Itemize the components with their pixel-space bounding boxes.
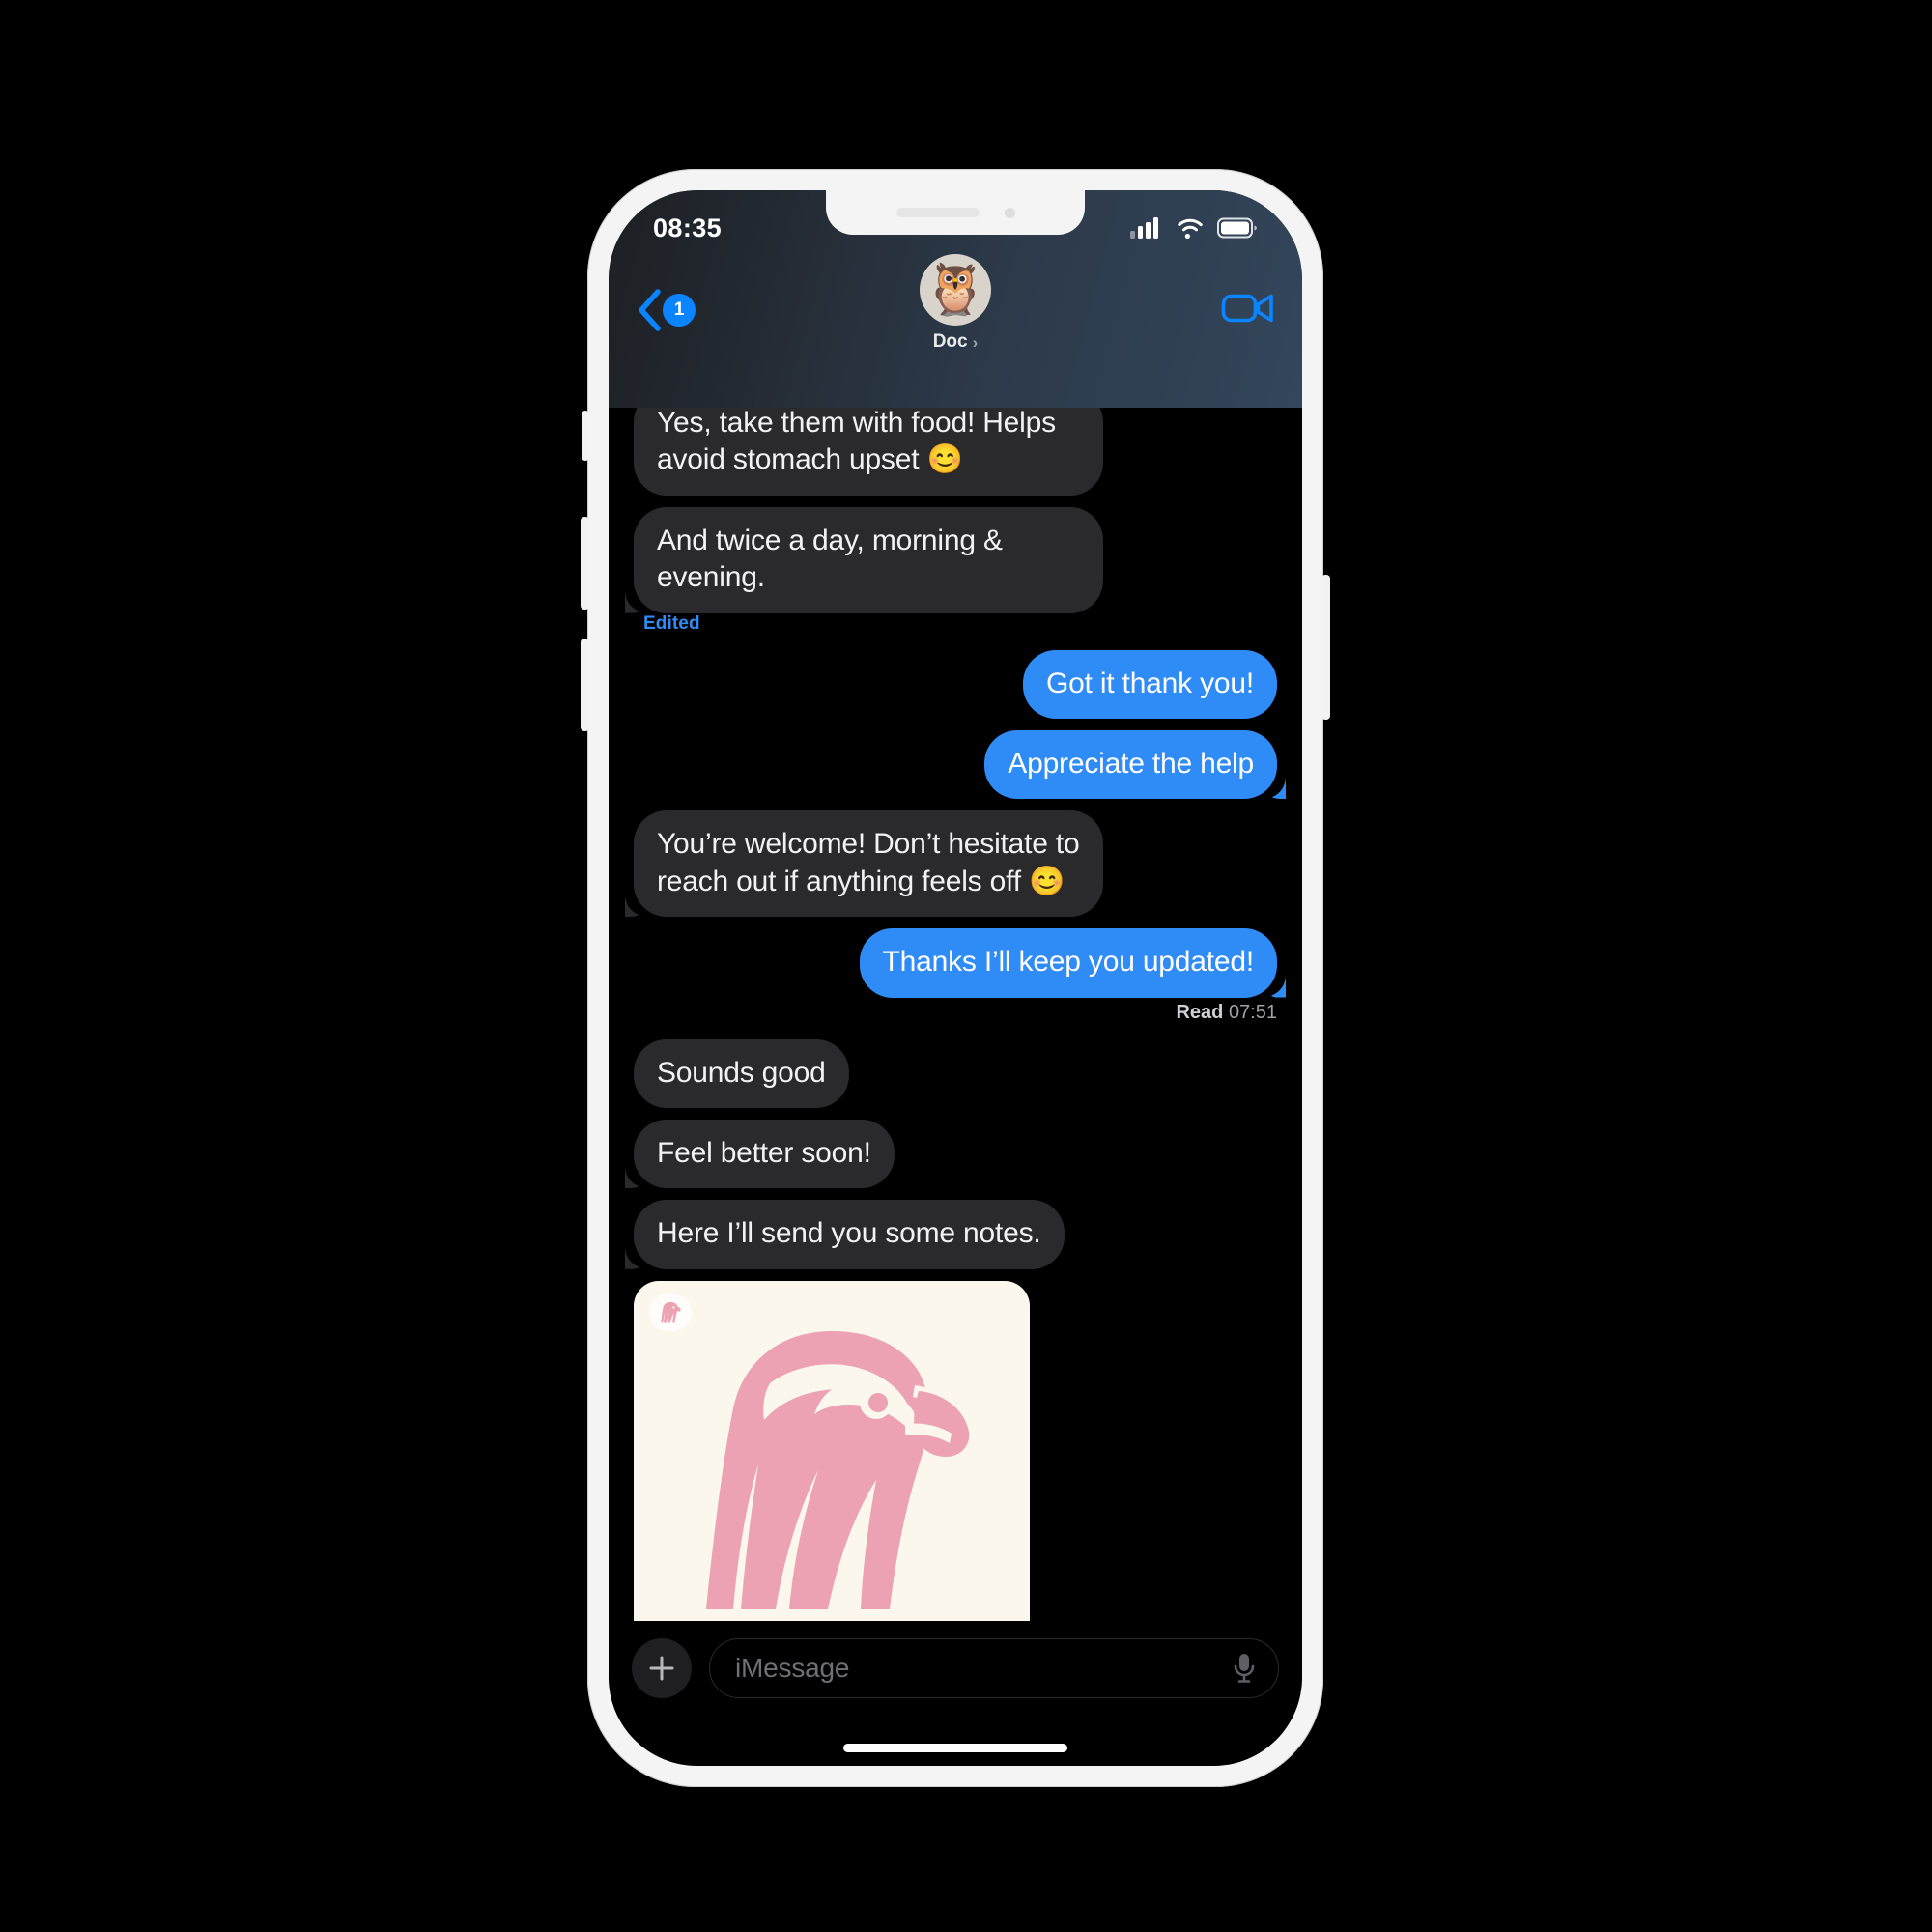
status-icons: [1130, 216, 1258, 240]
message-row: Thanks I’ll keep you updated!: [634, 928, 1277, 998]
microphone-icon[interactable]: [1232, 1651, 1257, 1686]
phone-frame: 08:35 1 🦉 Doc › Yes, take them with food…: [581, 169, 1330, 1787]
message-bubble-sent[interactable]: Appreciate the help: [984, 729, 1277, 800]
power-button[interactable]: [1321, 575, 1330, 720]
phone-screen: 08:35 1 🦉 Doc › Yes, take them with food…: [609, 190, 1302, 1766]
back-button[interactable]: 1: [636, 286, 696, 334]
read-receipt: Read 07:51: [634, 1002, 1277, 1024]
message-bubble-sent[interactable]: Got it thank you!: [1022, 649, 1277, 719]
facetime-button[interactable]: [1221, 290, 1275, 331]
message-thread[interactable]: Yes, take them with food! Helps avoid st…: [609, 362, 1302, 1621]
contact-name: Doc: [932, 331, 968, 352]
cellular-signal-icon: [1130, 217, 1158, 239]
message-bubble-received[interactable]: And twice a day, morning & evening.: [634, 506, 1103, 613]
chevron-right-icon: ›: [972, 332, 979, 352]
message-row: Here I’ll send you some notes.: [634, 1200, 1277, 1269]
message-bubble-sent[interactable]: Thanks I’ll keep you updated!: [859, 928, 1277, 998]
falcon-badge-icon: [649, 1293, 692, 1331]
front-camera-dot: [1004, 207, 1015, 218]
falcon-badge-glyph: [661, 1301, 681, 1323]
battery-icon: [1217, 217, 1257, 239]
read-receipt-time: 07:51: [1228, 1001, 1277, 1023]
plus-icon: [649, 1656, 674, 1681]
contact-name-row: Doc ›: [933, 331, 979, 353]
screenshot-stage: 08:35 1 🦉 Doc › Yes, take them with food…: [0, 0, 1932, 1932]
message-row: And twice a day, morning & evening.: [634, 506, 1277, 613]
add-attachment-button[interactable]: [632, 1638, 692, 1698]
unread-count-badge: 1: [663, 294, 696, 327]
device-notch: [826, 190, 1085, 235]
message-row: Appreciate the help: [634, 729, 1277, 800]
attachment-image[interactable]: [634, 1280, 1030, 1621]
attachment-card[interactable]: Medication notes: [634, 1280, 1030, 1621]
wifi-icon: [1178, 218, 1203, 240]
message-input-placeholder: iMessage: [735, 1653, 850, 1683]
volume-down-button[interactable]: [581, 639, 589, 731]
back-chevron-icon: [639, 289, 661, 331]
message-bubble-received[interactable]: Feel better soon!: [634, 1119, 895, 1189]
attachment-row: Medication notes: [634, 1280, 1277, 1621]
message-bubble-received[interactable]: You’re welcome! Don’t hesitate to reach …: [634, 810, 1103, 918]
message-bubble-received[interactable]: Here I’ll send you some notes.: [634, 1200, 1065, 1269]
avatar: 🦉: [920, 254, 991, 326]
avatar-emoji: 🦉: [923, 262, 987, 318]
volume-up-button[interactable]: [581, 517, 589, 610]
attachment-message[interactable]: Medication notes: [634, 1280, 1030, 1621]
message-row: Sounds good: [634, 1038, 1277, 1108]
message-row: You’re welcome! Don’t hesitate to reach …: [634, 810, 1277, 918]
video-camera-icon: [1221, 294, 1273, 322]
message-row: Got it thank you!: [634, 649, 1277, 719]
falcon-head-logo: [706, 1330, 970, 1609]
contact-info[interactable]: 🦉 Doc ›: [920, 254, 991, 353]
silent-switch[interactable]: [582, 411, 589, 461]
message-bubble-received[interactable]: Sounds good: [634, 1038, 849, 1108]
read-receipt-label: Read: [1176, 1001, 1224, 1023]
status-time: 08:35: [653, 213, 723, 242]
edited-label: Edited: [643, 612, 700, 634]
home-indicator[interactable]: [843, 1744, 1067, 1752]
message-input-field[interactable]: iMessage: [709, 1638, 1279, 1698]
message-row: Feel better soon!: [634, 1119, 1277, 1189]
earpiece-speaker: [895, 208, 980, 217]
